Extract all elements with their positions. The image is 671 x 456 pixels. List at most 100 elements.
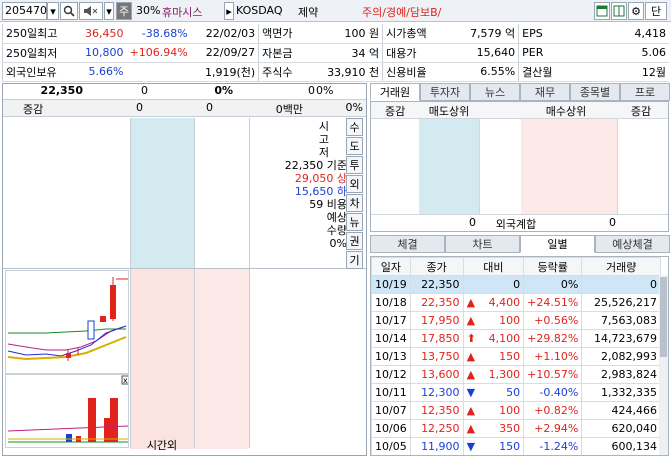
daily-change: ▲ 100 — [462, 311, 525, 330]
daily-date: 10/06 — [371, 419, 411, 438]
direction-icon: ▲ — [466, 314, 476, 327]
info-cell: 22/09/27 — [190, 43, 259, 63]
daily-volume: 1,332,335 — [581, 383, 661, 402]
quote-v3: 0 — [308, 84, 315, 97]
daily-row[interactable]: 10/13 13,750 ▲ 150 +1.10% 2,082,993 — [371, 347, 661, 366]
mini-chart: x — [5, 270, 131, 448]
ratio: 59 비용 — [309, 198, 347, 211]
daily-row[interactable]: 10/12 13,600 ▲ 1,300 +10.57% 2,983,824 — [371, 365, 661, 384]
tab-0[interactable]: 거래원 — [370, 83, 420, 101]
daily-date: 10/11 — [371, 383, 411, 402]
direction-icon: ▼ — [466, 386, 476, 399]
tab-4[interactable]: 종목별 — [570, 83, 620, 101]
daily-close: 17,950 — [409, 311, 464, 330]
change-value: 100 — [499, 314, 521, 327]
info-cell: 신용비율 — [382, 62, 449, 82]
daily-change: ▲ 350 — [462, 419, 525, 438]
info-cell: 5.66% — [62, 62, 127, 82]
info-cell: 15,640 — [448, 43, 519, 63]
daily-pct: 0% — [523, 275, 583, 294]
direction-icon: ▲ — [466, 368, 476, 381]
change-value: 50 — [506, 386, 521, 399]
dropdown-arrow-icon[interactable]: ▾ — [47, 2, 59, 20]
daily-row[interactable]: 10/11 12,300 ▼ 50 -0.40% 1,332,335 — [371, 383, 661, 402]
change-value: 150 — [499, 350, 521, 363]
side-tab[interactable]: 외 — [346, 175, 363, 193]
info-cell[interactable]: PER — [518, 43, 573, 63]
change-value: 1,300 — [488, 368, 521, 381]
daily-pct: +1.10% — [523, 347, 583, 366]
info-cell[interactable]: 외국인보유 — [2, 62, 63, 82]
daily-change: ▼ 150 — [462, 437, 525, 455]
name-list-icon[interactable]: ▸ — [224, 2, 234, 20]
quote-v1: 0 — [141, 84, 148, 97]
daily-date: 10/07 — [371, 401, 411, 420]
side-tab[interactable]: 차 — [346, 194, 363, 212]
zg-v4: 0% — [345, 101, 363, 114]
window-icon[interactable] — [594, 2, 610, 20]
daily-date: 10/12 — [371, 365, 411, 384]
expected-pct: 0% — [329, 237, 347, 250]
scrollbar[interactable] — [659, 275, 668, 455]
side-tab[interactable]: 투 — [346, 156, 363, 174]
speaker-icon[interactable] — [79, 2, 103, 20]
gear-icon[interactable]: ⚙ — [628, 2, 644, 20]
search-icon[interactable] — [60, 2, 78, 20]
split-icon[interactable] — [611, 2, 627, 20]
daily-close: 12,250 — [409, 419, 464, 438]
tab-2[interactable]: 뉴스 — [470, 83, 520, 101]
side-line-0: 시 — [318, 120, 329, 133]
info-cell: 10,800 — [62, 43, 127, 63]
broker-h3: 증감 — [630, 105, 652, 118]
bottom-tab-2[interactable]: 일별 — [520, 235, 595, 253]
info-cell[interactable]: EPS — [518, 24, 573, 44]
side-tab[interactable]: 도 — [346, 137, 363, 155]
daily-volume: 25,526,217 — [581, 293, 661, 312]
direction-icon: ▲ — [466, 404, 476, 417]
info-cell[interactable]: 250일최저 — [2, 43, 63, 63]
daily-row[interactable]: 10/19 22,350 0 0% 0 — [371, 275, 661, 294]
ju-button[interactable]: 주 — [116, 2, 132, 20]
daily-row[interactable]: 10/07 12,350 ▲ 100 +0.82% 424,466 — [371, 401, 661, 420]
zg-v3: 0백만 — [275, 103, 303, 116]
price-info: 시 고 저 22,350 기준 29,050 상 15,650 하 59 비용 … — [251, 120, 347, 250]
daily-row[interactable]: 10/18 22,350 ▲ 4,400 +24.51% 25,526,217 — [371, 293, 661, 312]
right-tabs: 거래원 투자자 뉴스 재무 종목별 프로 — [370, 83, 670, 102]
bottom-tab-3[interactable]: 예상체결 — [595, 235, 670, 253]
lower-limit: 15,650 하 — [294, 185, 347, 198]
info-cell: 4,418 — [572, 24, 669, 44]
info-cell[interactable]: 250일최고 — [2, 24, 63, 44]
speaker-menu-icon[interactable]: ▾ — [104, 2, 114, 20]
info-cell[interactable]: 결산월 — [518, 62, 573, 82]
expected-qty-label: 수량 — [326, 224, 347, 237]
side-tab[interactable]: 권 — [346, 232, 363, 250]
info-cell: 대용가 — [382, 43, 449, 63]
dan-button[interactable]: 단 — [645, 2, 667, 20]
tab-3[interactable]: 재무 — [520, 83, 570, 101]
stock-code-input[interactable]: 205470 — [2, 2, 47, 20]
direction-icon: ▲ — [466, 296, 476, 309]
daily-volume: 2,082,993 — [581, 347, 661, 366]
info-cell: 자본금 — [258, 43, 319, 63]
daily-row[interactable]: 10/14 17,850 ⬆ 4,100 +29.82% 14,723,679 — [371, 329, 661, 348]
info-cell: 100 원 — [318, 24, 383, 44]
info-row: 250일최저 10,800 +106.94% 22/09/27 자본금 34 억 대용가 15… — [2, 43, 669, 63]
side-tab[interactable]: 뉴 — [346, 213, 363, 231]
daily-header: 일자 — [371, 257, 411, 276]
tab-1[interactable]: 투자자 — [420, 83, 470, 101]
quote-v4: 0% — [316, 84, 334, 97]
bottom-tab-1[interactable]: 차트 — [445, 235, 520, 253]
bottom-tab-0[interactable]: 체결 — [370, 235, 445, 253]
side-tab[interactable]: 기 — [346, 251, 363, 269]
current-price: 22,350 — [40, 84, 83, 97]
side-tab[interactable]: 수 — [346, 118, 363, 136]
daily-volume: 14,723,679 — [581, 329, 661, 348]
candle-chart: x — [6, 277, 131, 443]
daily-table: 일자 종가 대비 등락률 거래량 10/19 22,350 0 0% 0 10/18 22,350 ▲… — [371, 257, 661, 455]
daily-change: ▼ 50 — [462, 383, 525, 402]
daily-row[interactable]: 10/06 12,250 ▲ 350 +2.94% 620,040 — [371, 419, 661, 438]
daily-row[interactable]: 10/05 11,900 ▼ 150 -1.24% 600,134 — [371, 437, 661, 455]
daily-row[interactable]: 10/17 17,950 ▲ 100 +0.56% 7,563,083 — [371, 311, 661, 330]
daily-panel: 일자 종가 대비 등락률 거래량 10/19 22,350 0 0% 0 10/18 22,350 ▲… — [370, 256, 669, 456]
tab-5[interactable]: 프로 — [620, 83, 670, 101]
